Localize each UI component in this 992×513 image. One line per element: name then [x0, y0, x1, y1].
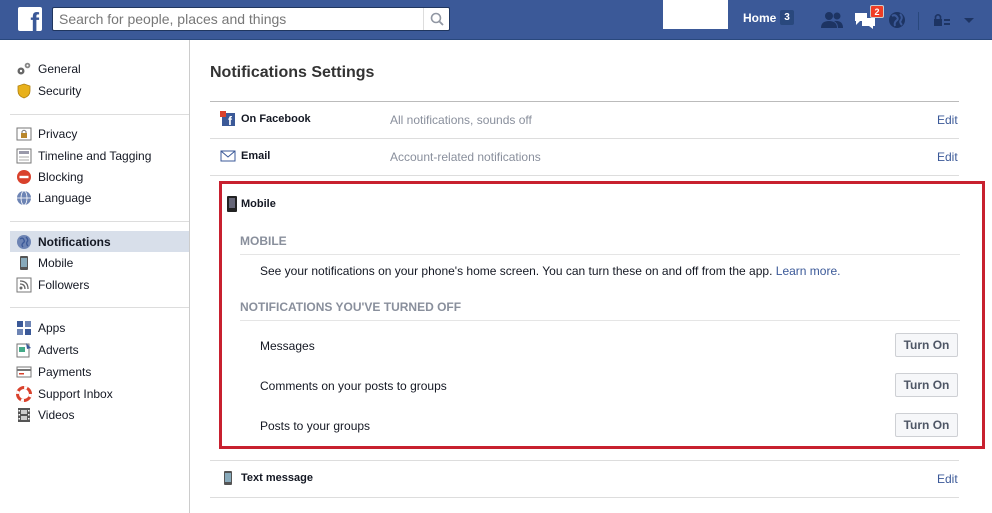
envelope-icon [220, 150, 236, 162]
privacy-lock-icon [934, 13, 950, 26]
turn-on-group-comments-button[interactable]: Turn On [895, 373, 958, 397]
messages-badge: 2 [870, 5, 884, 18]
search-icon [430, 12, 444, 26]
pref-label-messages: Messages [260, 339, 315, 353]
sidebar-item-security[interactable]: Security [10, 80, 189, 101]
timeline-icon [16, 148, 32, 164]
turn-on-group-posts-button[interactable]: Turn On [895, 413, 958, 437]
account-menu-button[interactable] [960, 10, 982, 30]
sidebar-item-blocking[interactable]: Blocking [10, 166, 189, 187]
mobile-description-text: See your notifications on your phone's h… [260, 264, 773, 278]
on-facebook-desc: All notifications, sounds off [390, 113, 532, 127]
sidebar-item-label: General [38, 62, 81, 76]
sidebar-item-label: Privacy [38, 127, 78, 141]
globe-notifications-icon [889, 12, 905, 28]
facebook-logo[interactable]: f [18, 7, 42, 31]
search-input[interactable] [53, 8, 423, 30]
on-facebook-title: On Facebook [241, 113, 311, 125]
settings-sidebar: General Security Privacy Timeline and Ta… [0, 40, 190, 513]
adverts-icon [16, 343, 31, 358]
sidebar-divider [10, 114, 189, 115]
mobile-section-heading: MOBILE [240, 234, 287, 248]
top-bar: f Home 3 2 [0, 0, 992, 40]
film-icon [18, 408, 30, 422]
sidebar-item-apps[interactable]: Apps [10, 317, 189, 338]
divider [240, 320, 960, 321]
sidebar-item-videos[interactable]: Videos [10, 404, 189, 425]
email-edit-link[interactable]: Edit [937, 150, 958, 164]
sidebar-item-notifications[interactable]: Notifications [10, 231, 189, 252]
topbar-separator [918, 12, 919, 30]
chevron-down-icon [964, 18, 974, 23]
facebook-logo-letter: f [30, 7, 39, 31]
sidebar-item-payments[interactable]: Payments [10, 361, 189, 382]
sidebar-item-label: Apps [38, 321, 66, 335]
sidebar-item-mobile[interactable]: Mobile [10, 252, 189, 273]
divider [210, 175, 959, 176]
learn-more-link[interactable]: Learn more. [776, 264, 841, 278]
divider [210, 497, 959, 498]
divider [240, 254, 960, 255]
sidebar-item-support-inbox[interactable]: Support Inbox [10, 383, 189, 404]
phone-icon [224, 471, 232, 485]
sidebar-item-label: Language [38, 191, 92, 205]
rss-icon [16, 277, 32, 293]
lock-icon [16, 127, 32, 141]
search-box [52, 7, 450, 31]
sidebar-item-label: Mobile [38, 256, 74, 270]
turn-on-messages-button[interactable]: Turn On [895, 333, 958, 357]
sidebar-item-privacy[interactable]: Privacy [10, 123, 189, 144]
sidebar-item-label: Adverts [38, 343, 79, 357]
sidebar-item-timeline-and-tagging[interactable]: Timeline and Tagging [10, 145, 189, 166]
facebook-notification-icon: f [220, 111, 235, 127]
sidebar-item-label: Payments [38, 365, 92, 379]
sidebar-item-language[interactable]: Language [10, 187, 189, 208]
notifications-globe-icon [17, 235, 31, 249]
mobile-description: See your notifications on your phone's h… [260, 264, 840, 278]
email-desc: Account-related notifications [390, 150, 541, 164]
turned-off-section-heading: NOTIFICATIONS YOU'VE TURNED OFF [240, 300, 462, 314]
sidebar-item-label: Blocking [38, 170, 84, 184]
mobile-section-highlight: Mobile MOBILE See your notifications on … [219, 181, 985, 449]
sidebar-item-label: Notifications [38, 235, 111, 249]
home-count-badge: 3 [780, 10, 794, 25]
globe-icon [17, 190, 31, 206]
text-message-title: Text message [241, 472, 313, 484]
sidebar-item-general[interactable]: General [10, 58, 189, 79]
apps-icon [17, 321, 31, 335]
credit-card-icon [16, 366, 32, 378]
lifebuoy-icon [16, 386, 32, 402]
pref-label-group-comments: Comments on your posts to groups [260, 379, 447, 393]
mobile-title: Mobile [241, 198, 276, 210]
sidebar-item-label: Followers [38, 278, 90, 292]
sidebar-item-label: Timeline and Tagging [38, 149, 152, 163]
friends-icon [821, 12, 843, 28]
gears-icon [17, 62, 31, 75]
profile-link-redacted[interactable] [663, 0, 728, 29]
email-title: Email [241, 150, 271, 162]
pref-label-group-posts: Posts to your groups [260, 419, 371, 433]
sidebar-item-adverts[interactable]: Adverts [10, 339, 189, 360]
sidebar-item-label: Security [38, 84, 82, 98]
home-link[interactable]: Home [743, 11, 776, 25]
page-title: Notifications Settings [210, 64, 375, 81]
phone-icon [20, 256, 28, 270]
sidebar-divider [10, 307, 189, 308]
shield-icon [17, 83, 31, 99]
phone-icon [227, 196, 237, 212]
notifications-button[interactable] [886, 10, 908, 30]
sidebar-divider [10, 221, 189, 222]
divider [210, 138, 959, 139]
divider [210, 460, 959, 461]
privacy-shortcuts-button[interactable] [932, 10, 954, 30]
on-facebook-edit-link[interactable]: Edit [937, 113, 958, 127]
sidebar-item-label: Support Inbox [38, 387, 113, 401]
search-button[interactable] [423, 8, 449, 30]
friend-requests-button[interactable] [820, 10, 843, 30]
divider [210, 101, 959, 102]
sidebar-item-label: Videos [38, 408, 75, 422]
blocking-icon [17, 170, 31, 184]
text-message-edit-link[interactable]: Edit [937, 472, 958, 486]
sidebar-item-followers[interactable]: Followers [10, 274, 189, 295]
